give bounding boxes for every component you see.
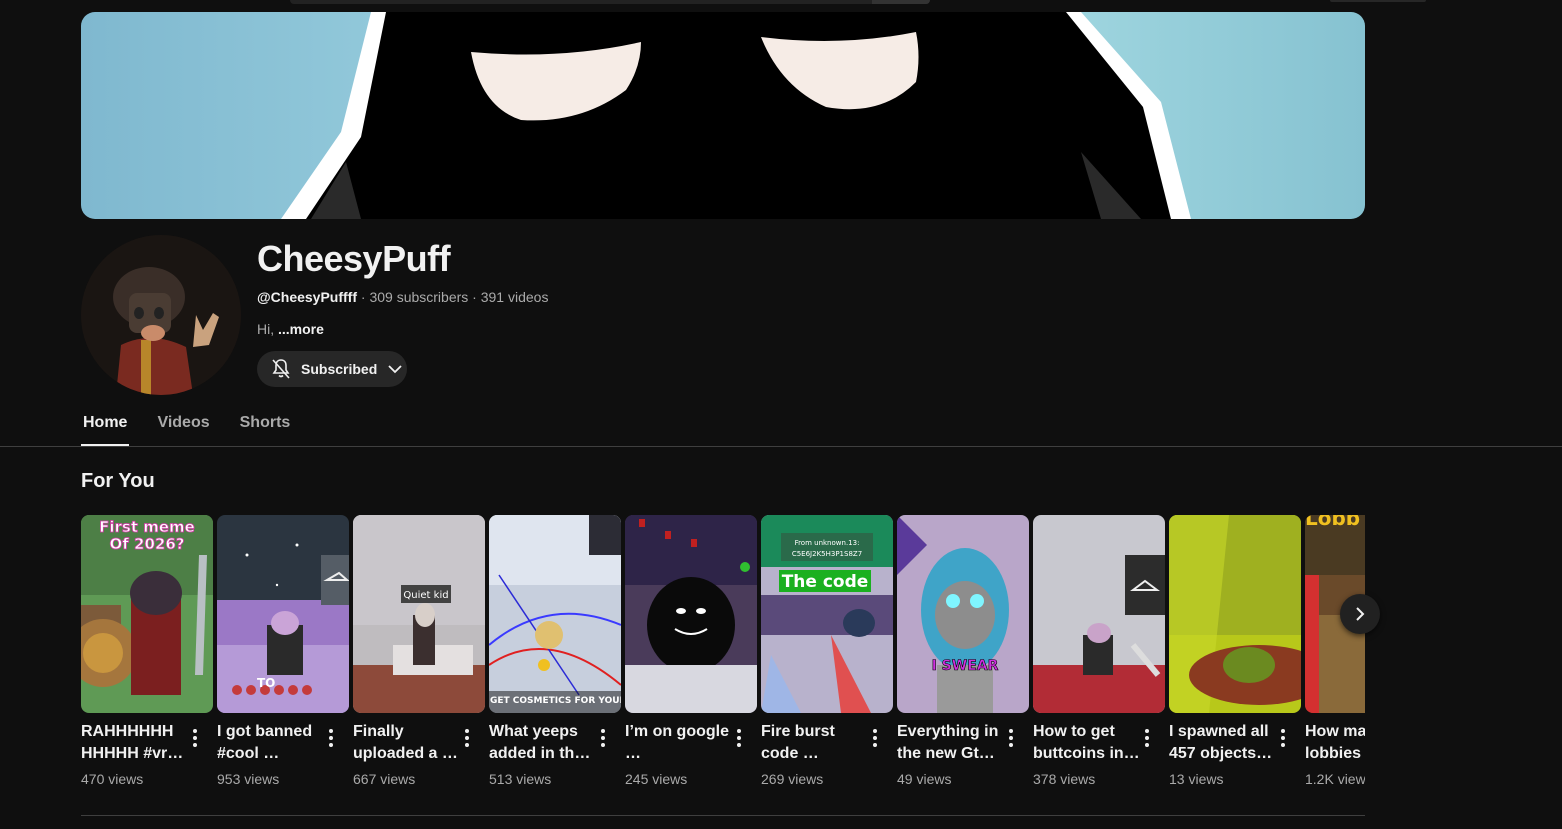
short-title[interactable]: I spawned all 457 objects… — [1169, 721, 1277, 765]
meta-separator: · — [472, 289, 481, 305]
short-title[interactable]: I’m on google … — [625, 721, 733, 765]
section-divider — [81, 815, 1365, 816]
tabs-divider — [0, 446, 1562, 447]
more-vert-icon[interactable] — [601, 729, 605, 747]
short-views: 667 views — [353, 771, 416, 787]
short-card[interactable]: I SWEAR Everything in the new Gt… 49 vie… — [897, 515, 1029, 787]
bell-off-icon — [272, 359, 290, 379]
short-thumbnail[interactable]: First meme Of 2026? — [81, 515, 213, 713]
more-vert-icon[interactable] — [1009, 729, 1013, 747]
short-title[interactable]: I got banned #cool … — [217, 721, 325, 765]
tab-home[interactable]: Home — [81, 408, 130, 446]
svg-text:C5E6J2K5H3P1S8Z7: C5E6J2K5H3P1S8Z7 — [792, 550, 862, 558]
short-views: 245 views — [625, 771, 688, 787]
more-vert-icon[interactable] — [465, 729, 469, 747]
svg-text:TO: TO — [257, 676, 275, 690]
shelf-next-button[interactable] — [1340, 594, 1380, 634]
subscribed-button[interactable]: Subscribed — [257, 351, 407, 387]
short-views: 49 views — [897, 771, 952, 787]
channel-name: CheesyPuff — [257, 238, 451, 279]
short-views: 1.2K view — [1305, 771, 1365, 787]
short-card[interactable]: How to get buttcoins in… 378 views — [1033, 515, 1165, 787]
more-vert-icon[interactable] — [1145, 729, 1149, 747]
chevron-down-icon — [388, 365, 402, 374]
svg-text:The code: The code — [782, 572, 869, 592]
short-views: 953 views — [217, 771, 280, 787]
short-title[interactable]: Everything in the new Gt… — [897, 721, 1005, 765]
short-thumbnail[interactable]: Quiet kid — [353, 515, 485, 713]
shorts-shelf: First meme Of 2026? RAHHHHHH HHHHH #vr… … — [81, 515, 1365, 795]
more-vert-icon[interactable] — [1281, 729, 1285, 747]
svg-text:I GET COSMETICS FOR YOUR: I GET COSMETICS FOR YOUR — [489, 696, 621, 706]
svg-text:Of 2026?: Of 2026? — [110, 535, 185, 553]
svg-text:Lobb: Lobb — [1305, 515, 1360, 530]
svg-text:From unknown.13:: From unknown.13: — [795, 539, 860, 547]
svg-text:First meme: First meme — [99, 518, 195, 536]
more-vert-icon[interactable] — [737, 729, 741, 747]
section-title: For You — [81, 470, 155, 492]
more-link[interactable]: ...more — [278, 321, 324, 337]
short-thumbnail[interactable]: TO — [217, 515, 349, 713]
short-card[interactable]: First meme Of 2026? RAHHHHHH HHHHH #vr… … — [81, 515, 213, 787]
short-thumbnail[interactable]: I GET COSMETICS FOR YOUR — [489, 515, 621, 713]
subscriber-count: 309 subscribers — [369, 289, 469, 305]
short-title[interactable]: How many lobbies t — [1305, 721, 1365, 765]
short-card[interactable]: Quiet kid Finally uploaded a … 667 views — [353, 515, 485, 787]
description-text: Hi, — [257, 321, 275, 337]
short-thumbnail[interactable] — [1169, 515, 1301, 713]
more-vert-icon[interactable] — [329, 729, 333, 747]
search-bar-edge[interactable] — [290, 0, 930, 4]
video-count: 391 videos — [480, 289, 549, 305]
short-title[interactable]: Fire burst code … — [761, 721, 869, 765]
channel-banner — [81, 12, 1365, 219]
short-views: 378 views — [1033, 771, 1096, 787]
short-thumbnail[interactable] — [625, 515, 757, 713]
short-card[interactable]: I GET COSMETICS FOR YOUR What yeeps adde… — [489, 515, 621, 787]
short-views: 13 views — [1169, 771, 1224, 787]
short-card[interactable]: I spawned all 457 objects… 13 views — [1169, 515, 1301, 787]
tab-shorts[interactable]: Shorts — [238, 408, 293, 446]
short-thumbnail[interactable]: From unknown.13: C5E6J2K5H3P1S8Z7 The co… — [761, 515, 893, 713]
topbar-right-edge — [1330, 0, 1426, 2]
short-card[interactable]: I’m on google … 245 views — [625, 515, 757, 787]
short-card[interactable]: TO I got banned #cool … 953 views — [217, 515, 349, 787]
short-title[interactable]: RAHHHHHH HHHHH #vr… — [81, 721, 189, 765]
short-thumbnail[interactable] — [1033, 515, 1165, 713]
short-views: 269 views — [761, 771, 824, 787]
more-vert-icon[interactable] — [193, 729, 197, 747]
svg-text:Quiet kid: Quiet kid — [403, 590, 448, 601]
short-title[interactable]: How to get buttcoins in… — [1033, 721, 1141, 765]
channel-tabs: Home Videos Shorts — [81, 408, 318, 446]
channel-avatar[interactable] — [81, 235, 241, 395]
chevron-right-icon — [1356, 607, 1365, 621]
short-views: 470 views — [81, 771, 144, 787]
more-vert-icon[interactable] — [873, 729, 877, 747]
channel-handle: @CheesyPuffff — [257, 289, 357, 305]
short-thumbnail[interactable]: I SWEAR — [897, 515, 1029, 713]
short-title[interactable]: Finally uploaded a … — [353, 721, 461, 765]
short-title[interactable]: What yeeps added in th… — [489, 721, 597, 765]
channel-meta: @CheesyPuffff · 309 subscribers · 391 vi… — [257, 289, 548, 305]
search-button-edge[interactable] — [872, 0, 930, 4]
channel-page: CheesyPuff @CheesyPuffff · 309 subscribe… — [0, 0, 1562, 829]
svg-text:I SWEAR: I SWEAR — [932, 658, 999, 674]
tab-videos[interactable]: Videos — [155, 408, 211, 446]
short-card[interactable]: From unknown.13: C5E6J2K5H3P1S8Z7 The co… — [761, 515, 893, 787]
short-views: 513 views — [489, 771, 552, 787]
subscribed-label: Subscribed — [301, 361, 378, 377]
channel-description[interactable]: Hi, ...more — [257, 321, 324, 337]
